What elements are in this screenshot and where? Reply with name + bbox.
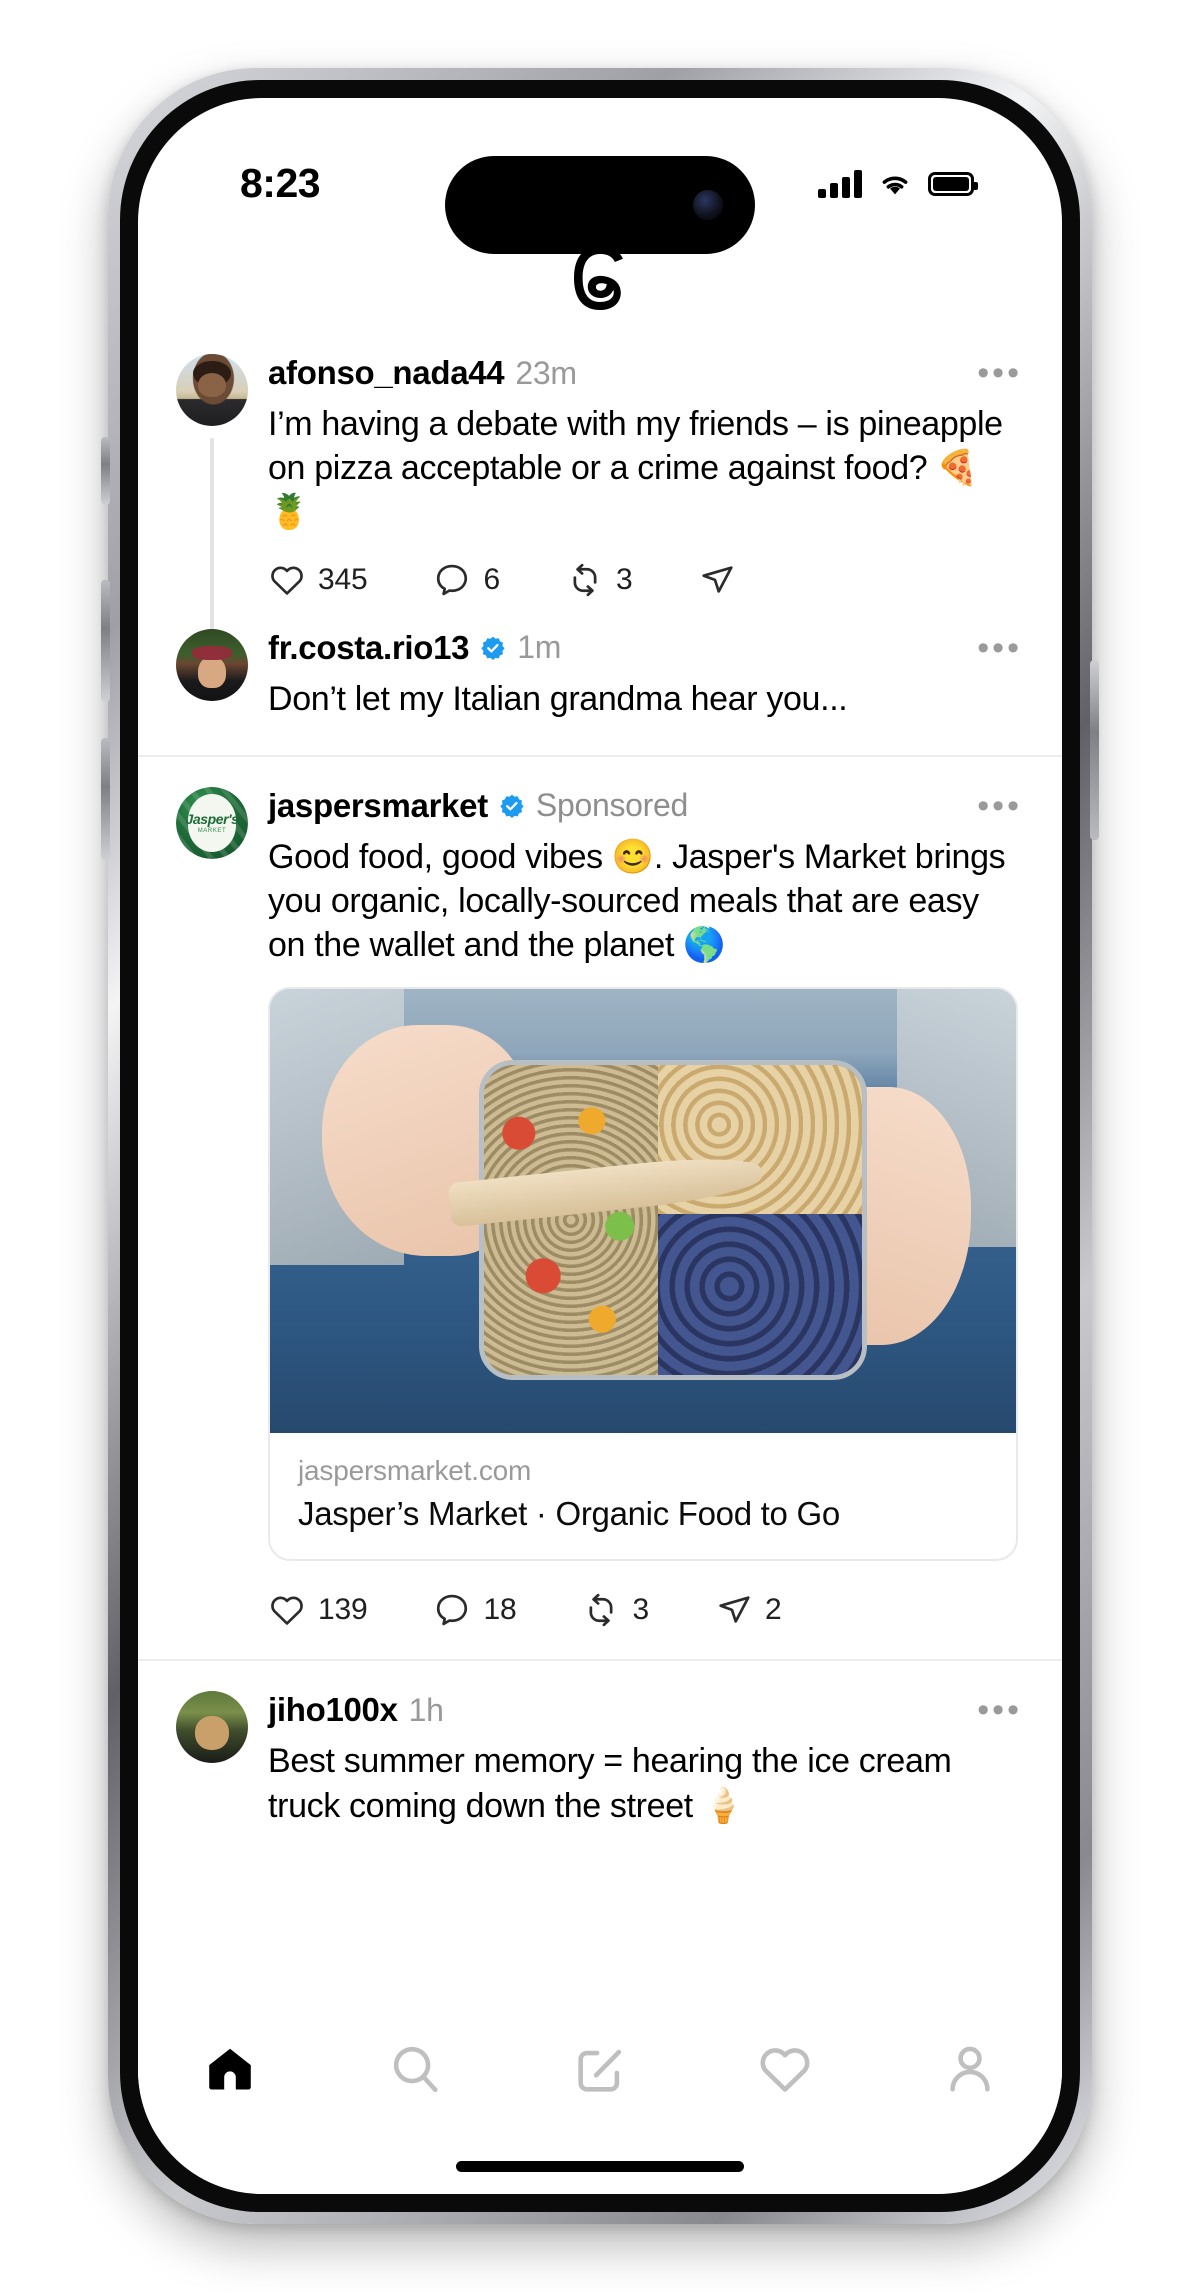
threads-logo-icon — [574, 246, 623, 310]
post-text: I’m having a debate with my friends – is… — [268, 405, 1003, 532]
home-icon — [209, 2048, 252, 2090]
more-options-icon[interactable]: ••• — [977, 631, 1022, 665]
repost-icon — [573, 563, 597, 596]
post-timestamp: 1m — [517, 629, 562, 666]
tab-profile[interactable] — [915, 2027, 1025, 2111]
repost-button[interactable]: 3 — [566, 561, 633, 599]
brand-logo-sub: MARKET — [197, 827, 227, 834]
sponsored-label: Sponsored — [535, 787, 689, 824]
comment-icon — [437, 564, 468, 595]
post-text: Best summer memory = hearing the ice cre… — [268, 1742, 952, 1825]
share-count: 2 — [764, 1593, 782, 1627]
share-button[interactable] — [698, 561, 748, 599]
post-jaspersmarket-ad[interactable]: Jasper's MARKET jaspersmarket Sponsored … — [138, 757, 1062, 1630]
more-options-icon[interactable]: ••• — [977, 1693, 1022, 1727]
tab-search[interactable] — [360, 2027, 470, 2111]
profile-icon — [949, 2046, 990, 2092]
repost-count: 3 — [615, 562, 633, 596]
heart-icon — [760, 2048, 810, 2092]
post-timestamp: 1h — [408, 1691, 444, 1728]
post-username[interactable]: fr.costa.rio13 — [268, 629, 470, 667]
avatar-column — [176, 1691, 268, 1827]
post-text: Don’t let my Italian grandma hear you... — [268, 679, 848, 718]
post-actions: 345 6 3 — [268, 561, 1018, 599]
ad-domain: jaspersmarket.com — [298, 1455, 532, 1487]
repost-icon — [589, 1594, 613, 1627]
silent-switch-button[interactable] — [101, 437, 110, 505]
heart-icon — [271, 566, 303, 595]
tab-compose[interactable] — [545, 2027, 655, 2111]
app-header — [138, 226, 1062, 330]
repost-count: 3 — [632, 1593, 649, 1627]
compose-icon — [578, 2049, 622, 2092]
tab-activity[interactable] — [730, 2027, 840, 2111]
share-icon — [719, 1596, 750, 1624]
heart-icon — [271, 1596, 303, 1626]
feed[interactable]: afonso_nada44 23m ••• I’m having a debat… — [138, 330, 1062, 1950]
post-username[interactable]: afonso_nada44 — [268, 354, 505, 392]
post-header: jiho100x 1h ••• — [268, 1691, 1019, 1729]
more-options-icon[interactable]: ••• — [977, 789, 1022, 823]
avatar-column — [176, 628, 268, 721]
like-count: 345 — [318, 562, 368, 596]
ad-title: Jasper’s Market · Organic Food to Go — [298, 1495, 840, 1533]
post-username[interactable]: jaspersmarket — [268, 787, 488, 825]
ad-media-card[interactable]: jaspersmarket.com Jasper’s Market · Orga… — [268, 987, 1018, 1562]
phone-screen: 8:23 afonso_nada44 23m ••• I’m having a … — [138, 98, 1062, 2194]
power-button[interactable] — [1090, 660, 1099, 840]
brand-logo-name: Jasper's — [185, 810, 239, 827]
reply-count: 6 — [483, 562, 500, 596]
battery-full-icon — [928, 172, 978, 196]
reply-button[interactable]: 18 — [433, 1591, 517, 1629]
jaspers-market-logo-icon: Jasper's MARKET — [176, 786, 248, 859]
status-indicators — [818, 170, 978, 198]
front-camera-icon — [693, 190, 723, 220]
home-indicator[interactable] — [456, 2161, 744, 2172]
post-afonso[interactable]: afonso_nada44 23m ••• I’m having a debat… — [138, 330, 1062, 631]
search-icon — [394, 2046, 438, 2093]
comment-icon — [437, 1595, 468, 1626]
avatar-frcosta[interactable] — [176, 628, 248, 701]
status-bar: 8:23 — [138, 152, 1062, 254]
volume-up-button[interactable] — [101, 580, 110, 702]
like-count: 139 — [318, 1593, 368, 1627]
post-frcosta[interactable]: fr.costa.rio13 1m ••• Don’t let my Itali… — [138, 599, 1062, 721]
post-jiho[interactable]: jiho100x 1h ••• Best summer memory = hea… — [138, 1661, 1062, 1827]
post-actions: 139 18 3 2 — [268, 1591, 1018, 1629]
avatar-column — [176, 354, 268, 631]
more-options-icon[interactable]: ••• — [977, 356, 1022, 390]
share-icon — [702, 565, 734, 593]
screenshot-stage: 8:23 afonso_nada44 23m ••• I’m having a … — [0, 0, 1200, 2294]
post-header: fr.costa.rio13 1m ••• — [268, 629, 1019, 667]
avatar-jaspersmarket[interactable]: Jasper's MARKET — [176, 786, 248, 859]
avatar-jiho[interactable] — [176, 1691, 248, 1764]
bento-lunchbox-photo — [270, 989, 1016, 1434]
post-text: Good food, good vibes 😊. Jasper's Market… — [268, 837, 1006, 965]
share-button[interactable]: 2 — [715, 1591, 782, 1629]
verified-badge-icon — [480, 635, 506, 661]
ad-link-card[interactable]: jaspersmarket.com Jasper’s Market · Orga… — [270, 1433, 1016, 1559]
verified-badge-icon — [499, 793, 525, 819]
avatar-column: Jasper's MARKET — [176, 786, 268, 1630]
tab-home[interactable] — [175, 2027, 285, 2111]
post-username[interactable]: jiho100x — [268, 1691, 398, 1729]
post-header: afonso_nada44 23m ••• — [268, 354, 1019, 392]
avatar-afonso[interactable] — [176, 354, 248, 426]
wifi-icon — [882, 176, 908, 195]
post-timestamp: 23m — [515, 354, 577, 391]
cellular-signal-icon — [818, 170, 862, 198]
reply-count: 18 — [483, 1593, 517, 1627]
post-header: jaspersmarket Sponsored ••• — [268, 787, 1019, 825]
repost-button[interactable]: 3 — [582, 1591, 649, 1629]
status-time: 8:23 — [240, 160, 321, 206]
like-button[interactable]: 345 — [268, 561, 368, 599]
like-button[interactable]: 139 — [268, 1591, 368, 1629]
volume-down-button[interactable] — [101, 738, 110, 860]
reply-button[interactable]: 6 — [433, 561, 500, 599]
tab-bar[interactable] — [138, 2006, 1062, 2132]
